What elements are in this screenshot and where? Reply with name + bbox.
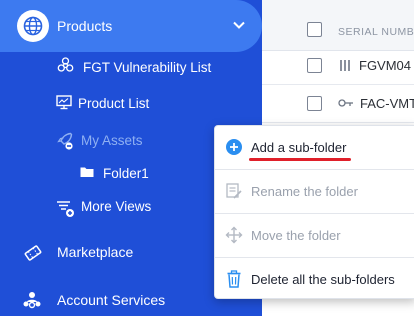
red-underline-annotation (249, 158, 351, 161)
chevron-down-icon[interactable] (232, 18, 246, 32)
nav-label-products: Products (57, 18, 113, 34)
plus-circle-icon (226, 139, 242, 155)
page: Products FGT Vulnerability List Product … (0, 0, 414, 316)
monitor-icon (56, 95, 72, 110)
trash-icon (227, 270, 241, 288)
sidebar-item-label: Folder1 (103, 166, 149, 181)
biohazard-icon (57, 57, 74, 72)
sidebar-item-label: Product List (78, 96, 150, 111)
folder-icon (80, 167, 94, 177)
serial-number: FAC-VMT (360, 96, 414, 111)
move-folder-menu-item[interactable]: Move the folder (215, 214, 414, 257)
row-checkbox[interactable] (307, 96, 322, 111)
device-icon (340, 60, 350, 71)
delete-sub-folders-menu-item[interactable]: Delete all the sub-folders (215, 258, 414, 301)
ticket-icon (24, 245, 42, 261)
table-header: SERIAL NUMB (262, 0, 414, 51)
key-icon (338, 99, 353, 107)
globe-icon (17, 10, 49, 42)
list-plus-icon (57, 201, 74, 217)
sidebar-item-label: My Assets (81, 133, 143, 148)
rename-icon (226, 183, 242, 199)
sidebar-item-label: More Views (81, 199, 152, 214)
menu-item-label: Move the folder (251, 228, 341, 243)
users-gear-icon (23, 292, 41, 309)
nav-item-products[interactable]: Products (0, 0, 262, 52)
rename-folder-menu-item[interactable]: Rename the folder (215, 170, 414, 213)
table-row[interactable]: FAC-VMT (262, 84, 414, 123)
row-checkbox[interactable] (307, 58, 322, 73)
serial-number: FGVM04 (359, 58, 412, 73)
menu-item-label: Rename the folder (251, 184, 358, 199)
nav-label-marketplace: Marketplace (57, 244, 134, 260)
add-sub-folder-menu-item[interactable]: Add a sub-folder (215, 126, 414, 169)
menu-item-label: Delete all the sub-folders (251, 272, 395, 287)
table-row[interactable]: FGVM04 (262, 46, 414, 85)
nav-label-account-services: Account Services (57, 292, 166, 308)
move-icon (225, 226, 243, 244)
folder-context-menu: Add a sub-folder Rename the folder Move … (214, 125, 414, 299)
rocket-icon (57, 132, 73, 150)
menu-item-label: Add a sub-folder (251, 140, 347, 155)
column-header-serial[interactable]: SERIAL NUMB (338, 26, 414, 38)
select-all-checkbox[interactable] (307, 22, 322, 37)
sidebar-item-label: FGT Vulnerability List (83, 60, 212, 75)
